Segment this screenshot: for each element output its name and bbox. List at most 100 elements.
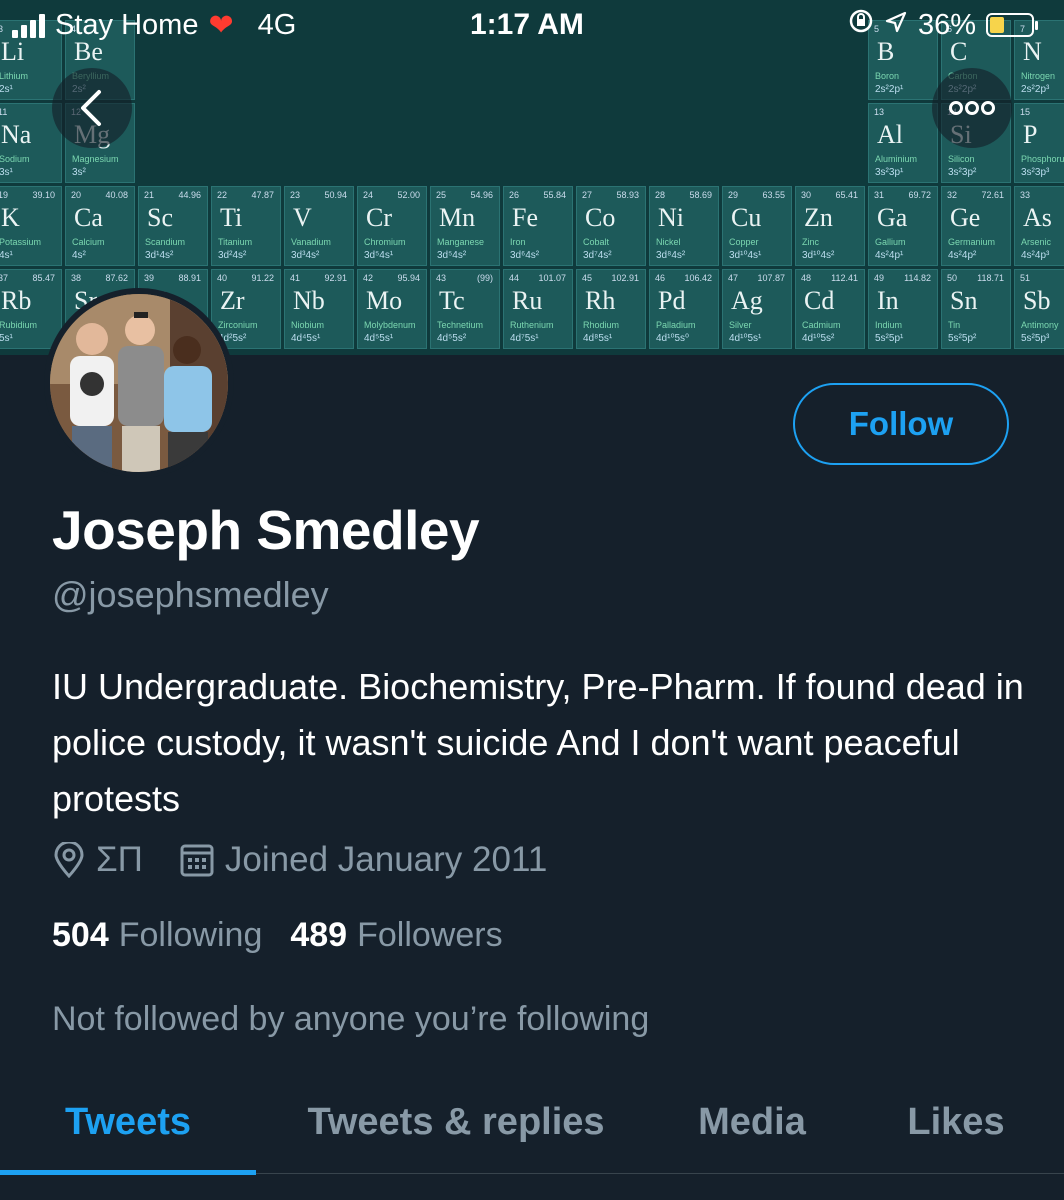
element-mass: 106.42	[684, 273, 712, 283]
element-mass: 47.87	[251, 190, 274, 200]
element-cell-fe: 26 55.84 Fe Iron 3d⁶4s²	[503, 186, 573, 266]
element-cell-ti: 22 47.87 Ti Titanium 3d²4s²	[211, 186, 281, 266]
element-mass: 92.91	[324, 273, 347, 283]
element-cell-as: 33 As Arsenic 4s²4p³	[1014, 186, 1064, 266]
signal-bars-icon	[12, 13, 45, 38]
element-sym: Na	[1, 120, 32, 149]
element-nm: Chromium	[364, 237, 406, 247]
more-horizontal-icon	[949, 101, 995, 115]
element-nm: Gallium	[875, 237, 906, 247]
element-num: 25	[436, 190, 447, 200]
element-nm: Zinc	[802, 237, 820, 247]
element-num: 28	[655, 190, 666, 200]
location-arrow-icon	[884, 9, 908, 42]
element-nm: Molybdenum	[364, 320, 416, 330]
element-cfg: 4d⁸5s¹	[583, 333, 613, 344]
element-cell-ga: 31 69.72 Ga Gallium 4s²4p¹	[868, 186, 938, 266]
element-sym: Nb	[293, 286, 325, 315]
element-mass: 112.41	[831, 273, 858, 283]
element-num: 41	[290, 273, 301, 283]
element-sym: Tc	[439, 286, 465, 315]
element-nm: Nickel	[656, 237, 681, 247]
element-cfg: 3d¹⁰4s¹	[729, 250, 762, 261]
element-cell-mo: 42 95.94 Mo Molybdenum 4d⁵5s¹	[357, 269, 427, 349]
element-nm: Rhodium	[583, 320, 620, 330]
element-mass: 118.71	[977, 273, 1004, 283]
element-mass: 55.84	[543, 190, 566, 200]
element-cell-v: 23 50.94 V Vanadium 3d³4s²	[284, 186, 354, 266]
element-cfg: 4s²4p¹	[875, 250, 904, 261]
element-cfg: 2s¹	[0, 84, 13, 95]
following-link[interactable]: 504 Following	[52, 916, 262, 955]
element-mass: 39.10	[32, 190, 55, 200]
element-cell-ca: 20 40.08 Ca Calcium 4s²	[65, 186, 135, 266]
element-cell-sn: 50 118.71 Sn Tin 5s²5p²	[941, 269, 1011, 349]
element-num: 50	[947, 273, 958, 283]
element-num: 43	[436, 273, 447, 283]
element-cfg: 2s²2p¹	[875, 84, 904, 95]
element-nm: Lithium	[0, 71, 29, 81]
following-label: Following	[118, 916, 263, 954]
location-pin-icon	[54, 842, 84, 878]
element-num: 19	[0, 190, 9, 200]
element-nm: Tin	[948, 320, 961, 330]
element-num: 47	[728, 273, 739, 283]
element-nm: Nitrogen	[1021, 71, 1056, 81]
element-num: 49	[874, 273, 885, 283]
heart-icon: ❤	[208, 9, 234, 42]
tab-tweets-and-replies[interactable]: Tweets & replies	[256, 1070, 656, 1174]
avatar[interactable]	[44, 288, 234, 478]
element-mass: 58.69	[689, 190, 712, 200]
tab-likes[interactable]: Likes	[848, 1070, 1064, 1174]
element-num: 22	[217, 190, 228, 200]
element-cfg: 5s¹	[0, 333, 13, 344]
element-sym: Ca	[74, 203, 103, 232]
element-mass: 50.94	[324, 190, 347, 200]
tab-tweets[interactable]: Tweets	[0, 1070, 256, 1175]
element-sym: Fe	[512, 203, 538, 232]
profile-handle: @josephsmedley	[52, 574, 329, 615]
element-sym: Ag	[731, 286, 763, 315]
element-mass: 58.93	[616, 190, 639, 200]
element-sym: Co	[585, 203, 616, 232]
element-cell-co: 27 58.93 Co Cobalt 3d⁷4s²	[576, 186, 646, 266]
element-mass: 52.00	[397, 190, 420, 200]
mutual-followers-note: Not followed by anyone you’re following	[52, 1000, 650, 1038]
element-cfg: 5s²5p³	[1021, 333, 1050, 344]
element-cfg: 3s²	[72, 167, 86, 178]
back-button[interactable]	[52, 68, 132, 148]
follow-button[interactable]: Follow	[793, 383, 1009, 465]
element-cfg: 4d⁴5s¹	[291, 333, 321, 344]
followers-label: Followers	[357, 916, 503, 954]
element-cell-k: 19 39.10 K Potassium 4s¹	[0, 186, 62, 266]
element-num: 44	[509, 273, 520, 283]
element-cell-sc: 21 44.96 Sc Scandium 3d¹4s²	[138, 186, 208, 266]
element-num: 23	[290, 190, 301, 200]
element-nm: Antimony	[1021, 320, 1059, 330]
element-mass: 65.41	[835, 190, 858, 200]
element-sym: P	[1023, 120, 1038, 149]
element-mass: 107.87	[757, 273, 785, 283]
element-num: 26	[509, 190, 520, 200]
element-sym: K	[1, 203, 20, 232]
element-sym: Ni	[658, 203, 684, 232]
battery-icon	[986, 13, 1038, 37]
element-cfg: 3d⁸4s²	[656, 250, 686, 261]
element-cell-ni: 28 58.69 Ni Nickel 3d⁸4s²	[649, 186, 719, 266]
element-cfg: 3d²4s²	[218, 250, 247, 261]
element-nm: Scandium	[145, 237, 186, 247]
profile-bio: IU Undergraduate. Biochemistry, Pre-Phar…	[52, 666, 1024, 819]
element-sym: Mn	[439, 203, 476, 232]
element-sym: Zr	[220, 286, 245, 315]
element-sym: Ti	[220, 203, 243, 232]
element-cfg: 4d¹⁰5s¹	[729, 333, 762, 344]
tab-media[interactable]: Media	[656, 1070, 848, 1174]
element-num: 30	[801, 190, 812, 200]
followers-link[interactable]: 489 Followers	[290, 916, 502, 955]
profile-location: ΣΠ	[96, 840, 143, 879]
element-sym: Zn	[804, 203, 833, 232]
element-mass: 95.94	[397, 273, 420, 283]
element-cfg: 4d⁵5s²	[437, 333, 467, 344]
element-sym: Sc	[147, 203, 173, 232]
more-options-button[interactable]	[932, 68, 1012, 148]
